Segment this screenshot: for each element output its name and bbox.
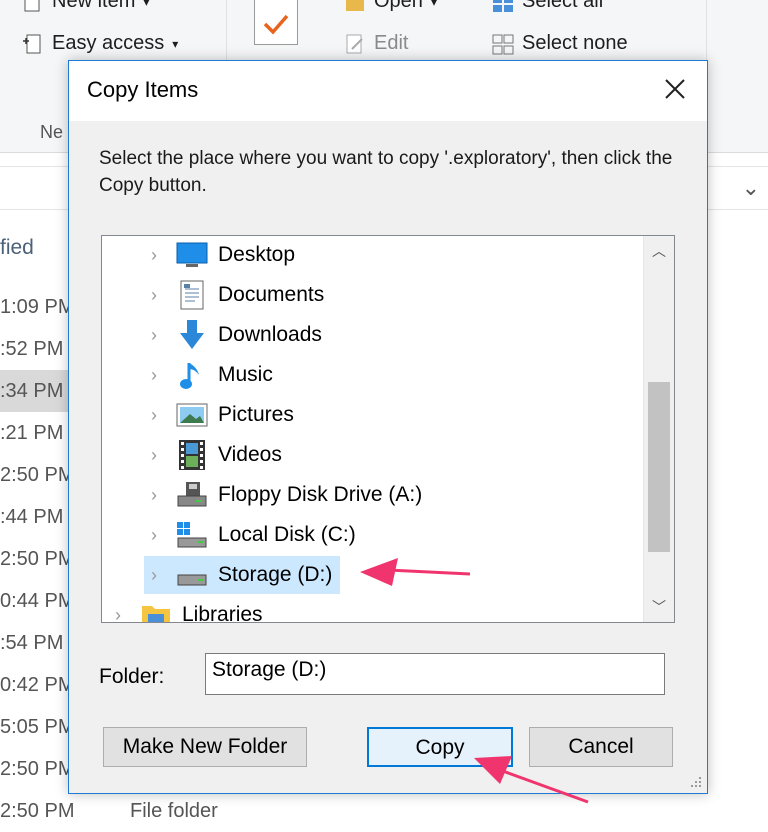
tree-item-videos[interactable]: › Videos (144, 436, 282, 474)
tree-item-pictures[interactable]: › Pictures (144, 396, 294, 434)
chevron-right-icon[interactable]: › (144, 396, 164, 434)
file-date: 2:50 PM (0, 800, 75, 822)
tree-scrollbar[interactable]: ︿ ﹀ (643, 236, 674, 622)
tree-item-label: Floppy Disk Drive (A:) (218, 483, 423, 506)
file-list-row[interactable]: 1:09 PM (0, 286, 72, 328)
file-list-row[interactable]: :21 PM (0, 412, 72, 454)
tree-item-desktop[interactable]: › Desktop (144, 236, 295, 274)
select-none-label: Select none (522, 32, 628, 54)
tree-item-local-disk[interactable]: › Local Disk (C:) (144, 516, 356, 554)
folder-tree[interactable]: › Desktop › Documents › Downloads › Music › Pictu… (101, 235, 675, 623)
cancel-button[interactable]: Cancel (529, 727, 673, 767)
file-list-row[interactable]: 0:44 PM (0, 580, 72, 622)
file-list-row[interactable]: :54 PM (0, 622, 72, 664)
tree-item-downloads[interactable]: › Downloads (144, 316, 322, 354)
select-all-button[interactable]: Select all (492, 0, 603, 13)
select-none-icon (492, 34, 514, 54)
tree-item-libraries[interactable]: › Libraries (108, 596, 263, 623)
chevron-right-icon[interactable]: › (144, 476, 164, 514)
file-list-row[interactable]: 2:50 PM (0, 748, 72, 790)
documents-icon (176, 279, 208, 311)
edit-button[interactable]: Edit (344, 32, 408, 55)
open-button[interactable]: Open ▾ (344, 0, 437, 13)
tree-item-label: Pictures (218, 403, 294, 426)
chevron-right-icon[interactable]: › (144, 516, 164, 554)
storage-drive-icon (176, 559, 208, 591)
select-none-button[interactable]: Select none (492, 32, 628, 55)
checkmark-icon (263, 14, 289, 35)
file-list-row[interactable]: 5:05 PM (0, 706, 72, 748)
new-item-label: New item (52, 0, 136, 12)
chevron-right-icon[interactable]: › (144, 436, 164, 474)
tree-item-label: Music (218, 363, 273, 386)
tree-item-music[interactable]: › Music (144, 356, 273, 394)
open-label: Open (374, 0, 423, 12)
chevron-down-icon[interactable]: ⌄ (742, 175, 760, 201)
file-list-row[interactable]: 2:50 PM (0, 454, 72, 496)
chevron-right-icon[interactable]: › (108, 596, 128, 622)
easy-access-label: Easy access (52, 32, 165, 54)
file-list-row[interactable]: 2:50 PM (0, 538, 72, 580)
folder-input[interactable]: Storage (D:) (205, 653, 665, 695)
file-list-row[interactable]: 2:50 PM File folder (0, 792, 218, 830)
select-all-icon (493, 0, 513, 12)
select-all-label: Select all (522, 0, 604, 12)
tree-item-documents[interactable]: › Documents (144, 276, 324, 314)
scroll-up-icon[interactable]: ︿ (644, 236, 674, 266)
chevron-right-icon[interactable]: › (144, 356, 164, 394)
chevron-right-icon[interactable]: › (144, 276, 164, 314)
open-icon (346, 0, 364, 11)
dialog-titlebar[interactable]: Copy Items (69, 61, 707, 121)
tree-item-floppy-drive[interactable]: › Floppy Disk Drive (A:) (144, 476, 422, 514)
new-item-icon (24, 0, 40, 11)
libraries-icon (140, 599, 172, 622)
tree-item-label: Documents (218, 283, 325, 306)
local-disk-icon (176, 519, 208, 551)
music-icon (176, 359, 208, 391)
tree-item-label: Videos (218, 443, 282, 466)
tree-item-storage-drive[interactable]: › Storage (D:) (144, 556, 341, 594)
chevron-right-icon[interactable]: › (144, 556, 164, 594)
file-list-row[interactable]: :52 PM (0, 328, 72, 370)
chevron-right-icon[interactable]: › (144, 236, 164, 274)
resize-grip-icon[interactable] (689, 775, 703, 789)
properties-check-button[interactable] (254, 0, 298, 45)
tree-item-label: Local Disk (C:) (218, 523, 356, 546)
chevron-right-icon[interactable]: › (144, 316, 164, 354)
file-list-row[interactable]: :44 PM (0, 496, 72, 538)
copy-button[interactable]: Copy (367, 727, 513, 767)
downloads-icon (176, 319, 208, 351)
copy-items-dialog: Copy Items Select the place where you wa… (68, 60, 708, 794)
dialog-instruction: Select the place where you want to copy … (99, 148, 673, 196)
scroll-thumb[interactable] (648, 382, 670, 552)
folder-label: Folder: (99, 665, 165, 688)
tree-item-label: Desktop (218, 243, 296, 266)
edit-icon (346, 34, 363, 53)
ribbon-group-new-label: Ne (40, 122, 64, 142)
easy-access-icon (23, 34, 41, 53)
tree-item-label: Libraries (182, 603, 263, 623)
edit-label: Edit (374, 32, 409, 54)
tree-item-label: Storage (D:) (218, 563, 333, 586)
file-list-row[interactable]: 0:42 PM (0, 664, 72, 706)
scroll-down-icon[interactable]: ﹀ (644, 592, 674, 622)
pictures-icon (176, 399, 208, 431)
close-icon[interactable] (657, 71, 693, 107)
make-new-folder-button[interactable]: Make New Folder (103, 727, 307, 767)
file-list-row[interactable]: :34 PM (0, 370, 72, 412)
file-type: File folder (130, 800, 218, 822)
date-modified-column-header[interactable]: fied (0, 236, 34, 260)
easy-access-button[interactable]: Easy access ▾ (22, 32, 178, 55)
dialog-title: Copy Items (87, 77, 199, 102)
desktop-icon (176, 239, 208, 271)
new-item-button[interactable]: New item ▾ (22, 0, 149, 13)
videos-icon (176, 439, 208, 471)
tree-item-label: Downloads (218, 323, 322, 346)
floppy-drive-icon (176, 479, 208, 511)
